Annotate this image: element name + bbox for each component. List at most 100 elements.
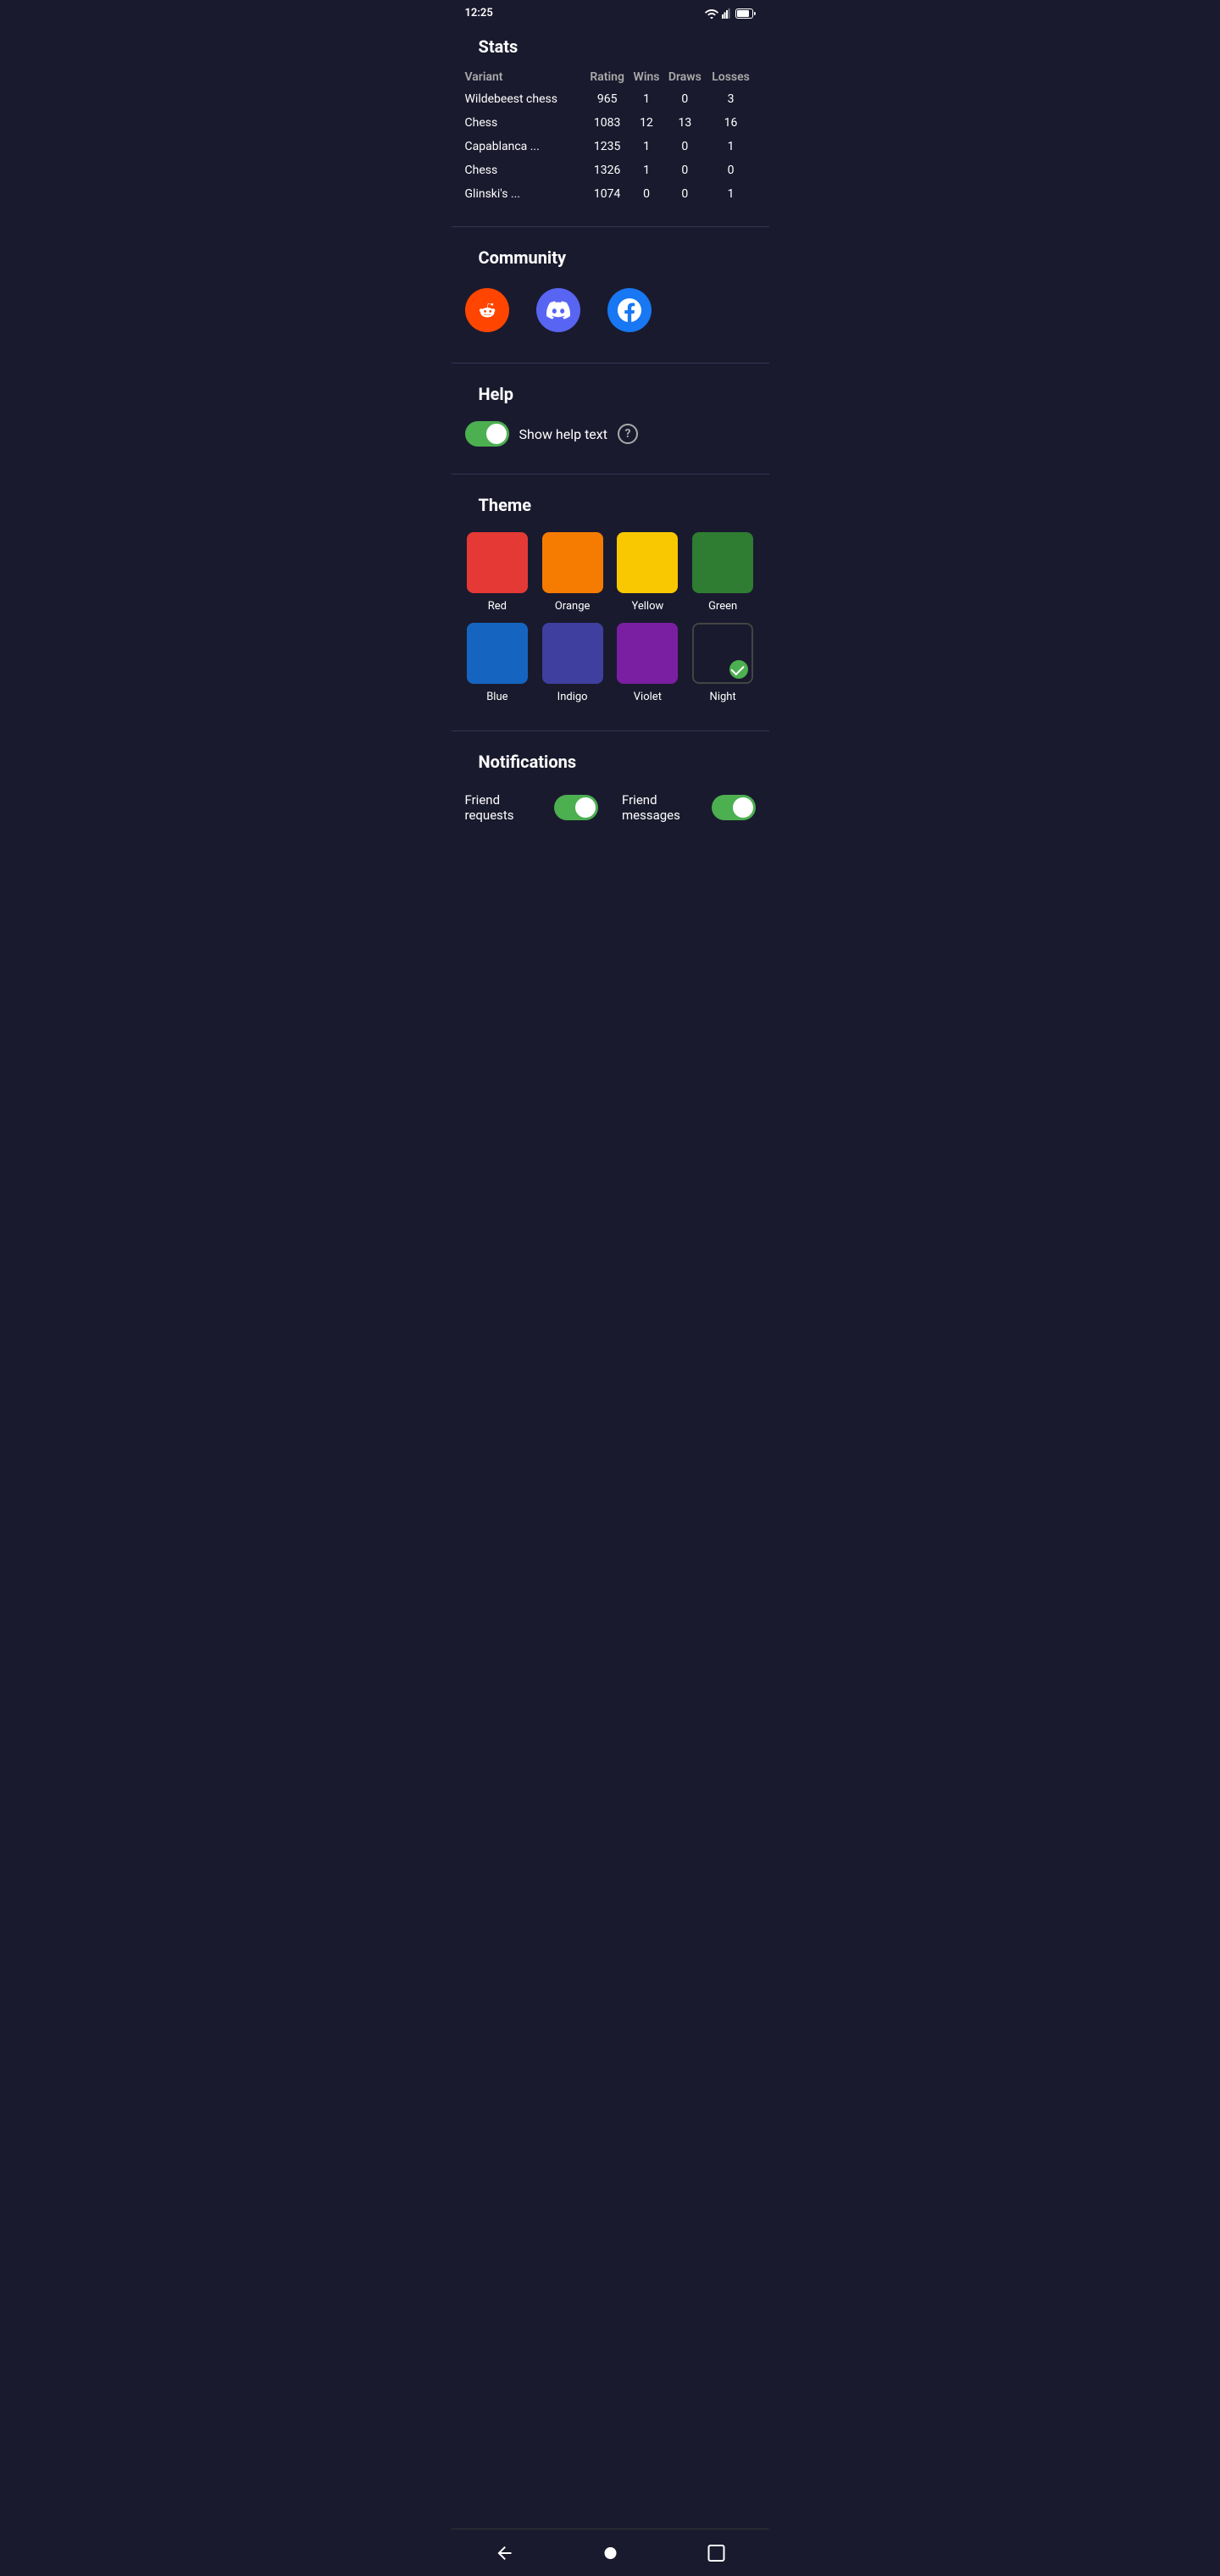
toggle-track-2 (712, 795, 756, 820)
facebook-icon (618, 298, 641, 322)
theme-label-orange: Orange (555, 600, 591, 613)
theme-color-night (692, 623, 753, 684)
reddit-icon (475, 298, 499, 322)
cell-losses: 3 (707, 87, 756, 111)
cell-variant: Capablanca ... (465, 135, 585, 158)
community-title: Community (465, 234, 756, 278)
cell-rating: 965 (585, 87, 629, 111)
home-button[interactable] (593, 2536, 627, 2570)
cell-draws: 0 (663, 182, 707, 206)
friend-messages-toggle[interactable] (712, 795, 756, 820)
battery-icon (735, 8, 756, 19)
toggle-track-1 (554, 795, 598, 820)
col-rating: Rating (585, 67, 629, 87)
theme-option-blue[interactable]: Blue (465, 623, 530, 703)
cell-variant: Glinski's ... (465, 182, 585, 206)
community-icons (465, 278, 756, 342)
stats-table: Variant Rating Wins Draws Losses Wildebe… (465, 67, 756, 206)
friend-requests-toggle[interactable] (554, 795, 598, 820)
cell-variant: Chess (465, 111, 585, 135)
table-row: Chess1326100 (465, 158, 756, 182)
facebook-button[interactable] (607, 288, 652, 332)
col-losses: Losses (707, 67, 756, 87)
theme-option-indigo[interactable]: Indigo (540, 623, 605, 703)
discord-button[interactable] (536, 288, 580, 332)
theme-option-orange[interactable]: Orange (540, 532, 605, 613)
cell-draws: 0 (663, 135, 707, 158)
community-section: Community (452, 234, 769, 356)
wifi-icon (705, 8, 718, 19)
community-divider (452, 363, 769, 364)
cell-draws: 13 (663, 111, 707, 135)
table-row: Wildebeest chess965103 (465, 87, 756, 111)
theme-color-green (692, 532, 753, 593)
theme-label-blue: Blue (486, 691, 507, 703)
status-bar: 12:25 (452, 0, 769, 23)
table-row: Chess1083121316 (465, 111, 756, 135)
back-button[interactable] (487, 2536, 521, 2570)
theme-divider (452, 730, 769, 731)
theme-color-red (467, 532, 528, 593)
stats-section: Stats Variant Rating Wins Draws Losses W… (452, 23, 769, 219)
help-section: Help Show help text ? (452, 370, 769, 467)
square-icon (706, 2543, 726, 2563)
cell-variant: Wildebeest chess (465, 87, 585, 111)
cell-losses: 0 (707, 158, 756, 182)
cell-rating: 1083 (585, 111, 629, 135)
help-row: Show help text ? (465, 414, 756, 453)
theme-color-blue (467, 623, 528, 684)
nav-bar (452, 2529, 769, 2576)
theme-option-night[interactable]: Night (690, 623, 756, 703)
cell-rating: 1235 (585, 135, 629, 158)
cell-variant: Chess (465, 158, 585, 182)
notifications-row: Friend requests Friend messages (465, 782, 756, 833)
theme-label-night: Night (710, 691, 736, 703)
col-wins: Wins (629, 67, 663, 87)
square-button[interactable] (699, 2536, 733, 2570)
theme-title: Theme (465, 481, 756, 525)
theme-color-yellow (617, 532, 678, 593)
col-draws: Draws (663, 67, 707, 87)
show-help-toggle[interactable] (465, 421, 509, 447)
toggle-track (465, 421, 509, 447)
status-icons (705, 8, 756, 19)
time: 12:25 (465, 7, 493, 19)
theme-label-indigo: Indigo (557, 691, 588, 703)
col-variant: Variant (465, 67, 585, 87)
notifications-section: Notifications Friend requests Friend mes… (452, 738, 769, 853)
theme-color-orange (542, 532, 603, 593)
reddit-button[interactable] (465, 288, 509, 332)
discord-icon (546, 298, 570, 322)
friend-requests-label: Friend requests (465, 792, 545, 823)
theme-selected-check (729, 660, 748, 679)
toggle-thumb-1 (575, 797, 596, 818)
show-help-label: Show help text (519, 426, 607, 442)
help-info-icon[interactable]: ? (618, 424, 638, 444)
table-row: Glinski's ...1074001 (465, 182, 756, 206)
signal-icon (722, 8, 732, 19)
theme-label-green: Green (708, 600, 737, 613)
back-icon (494, 2543, 514, 2563)
theme-option-yellow[interactable]: Yellow (615, 532, 680, 613)
theme-option-green[interactable]: Green (690, 532, 756, 613)
cell-losses: 1 (707, 135, 756, 158)
theme-section: Theme Red Orange Yellow Green Blue Indigo Viol… (452, 481, 769, 724)
cell-rating: 1326 (585, 158, 629, 182)
theme-option-violet[interactable]: Violet (615, 623, 680, 703)
cell-wins: 1 (629, 135, 663, 158)
help-divider (452, 474, 769, 475)
cell-losses: 1 (707, 182, 756, 206)
cell-losses: 16 (707, 111, 756, 135)
cell-wins: 0 (629, 182, 663, 206)
theme-option-red[interactable]: Red (465, 532, 530, 613)
theme-color-violet (617, 623, 678, 684)
theme-grid: Red Orange Yellow Green Blue Indigo Violet Nigh… (465, 525, 756, 710)
theme-color-indigo (542, 623, 603, 684)
cell-wins: 1 (629, 158, 663, 182)
cell-draws: 0 (663, 158, 707, 182)
help-title: Help (465, 370, 756, 414)
toggle-thumb (486, 424, 507, 444)
cell-rating: 1074 (585, 182, 629, 206)
table-row: Capablanca ...1235101 (465, 135, 756, 158)
toggle-thumb-2 (733, 797, 753, 818)
